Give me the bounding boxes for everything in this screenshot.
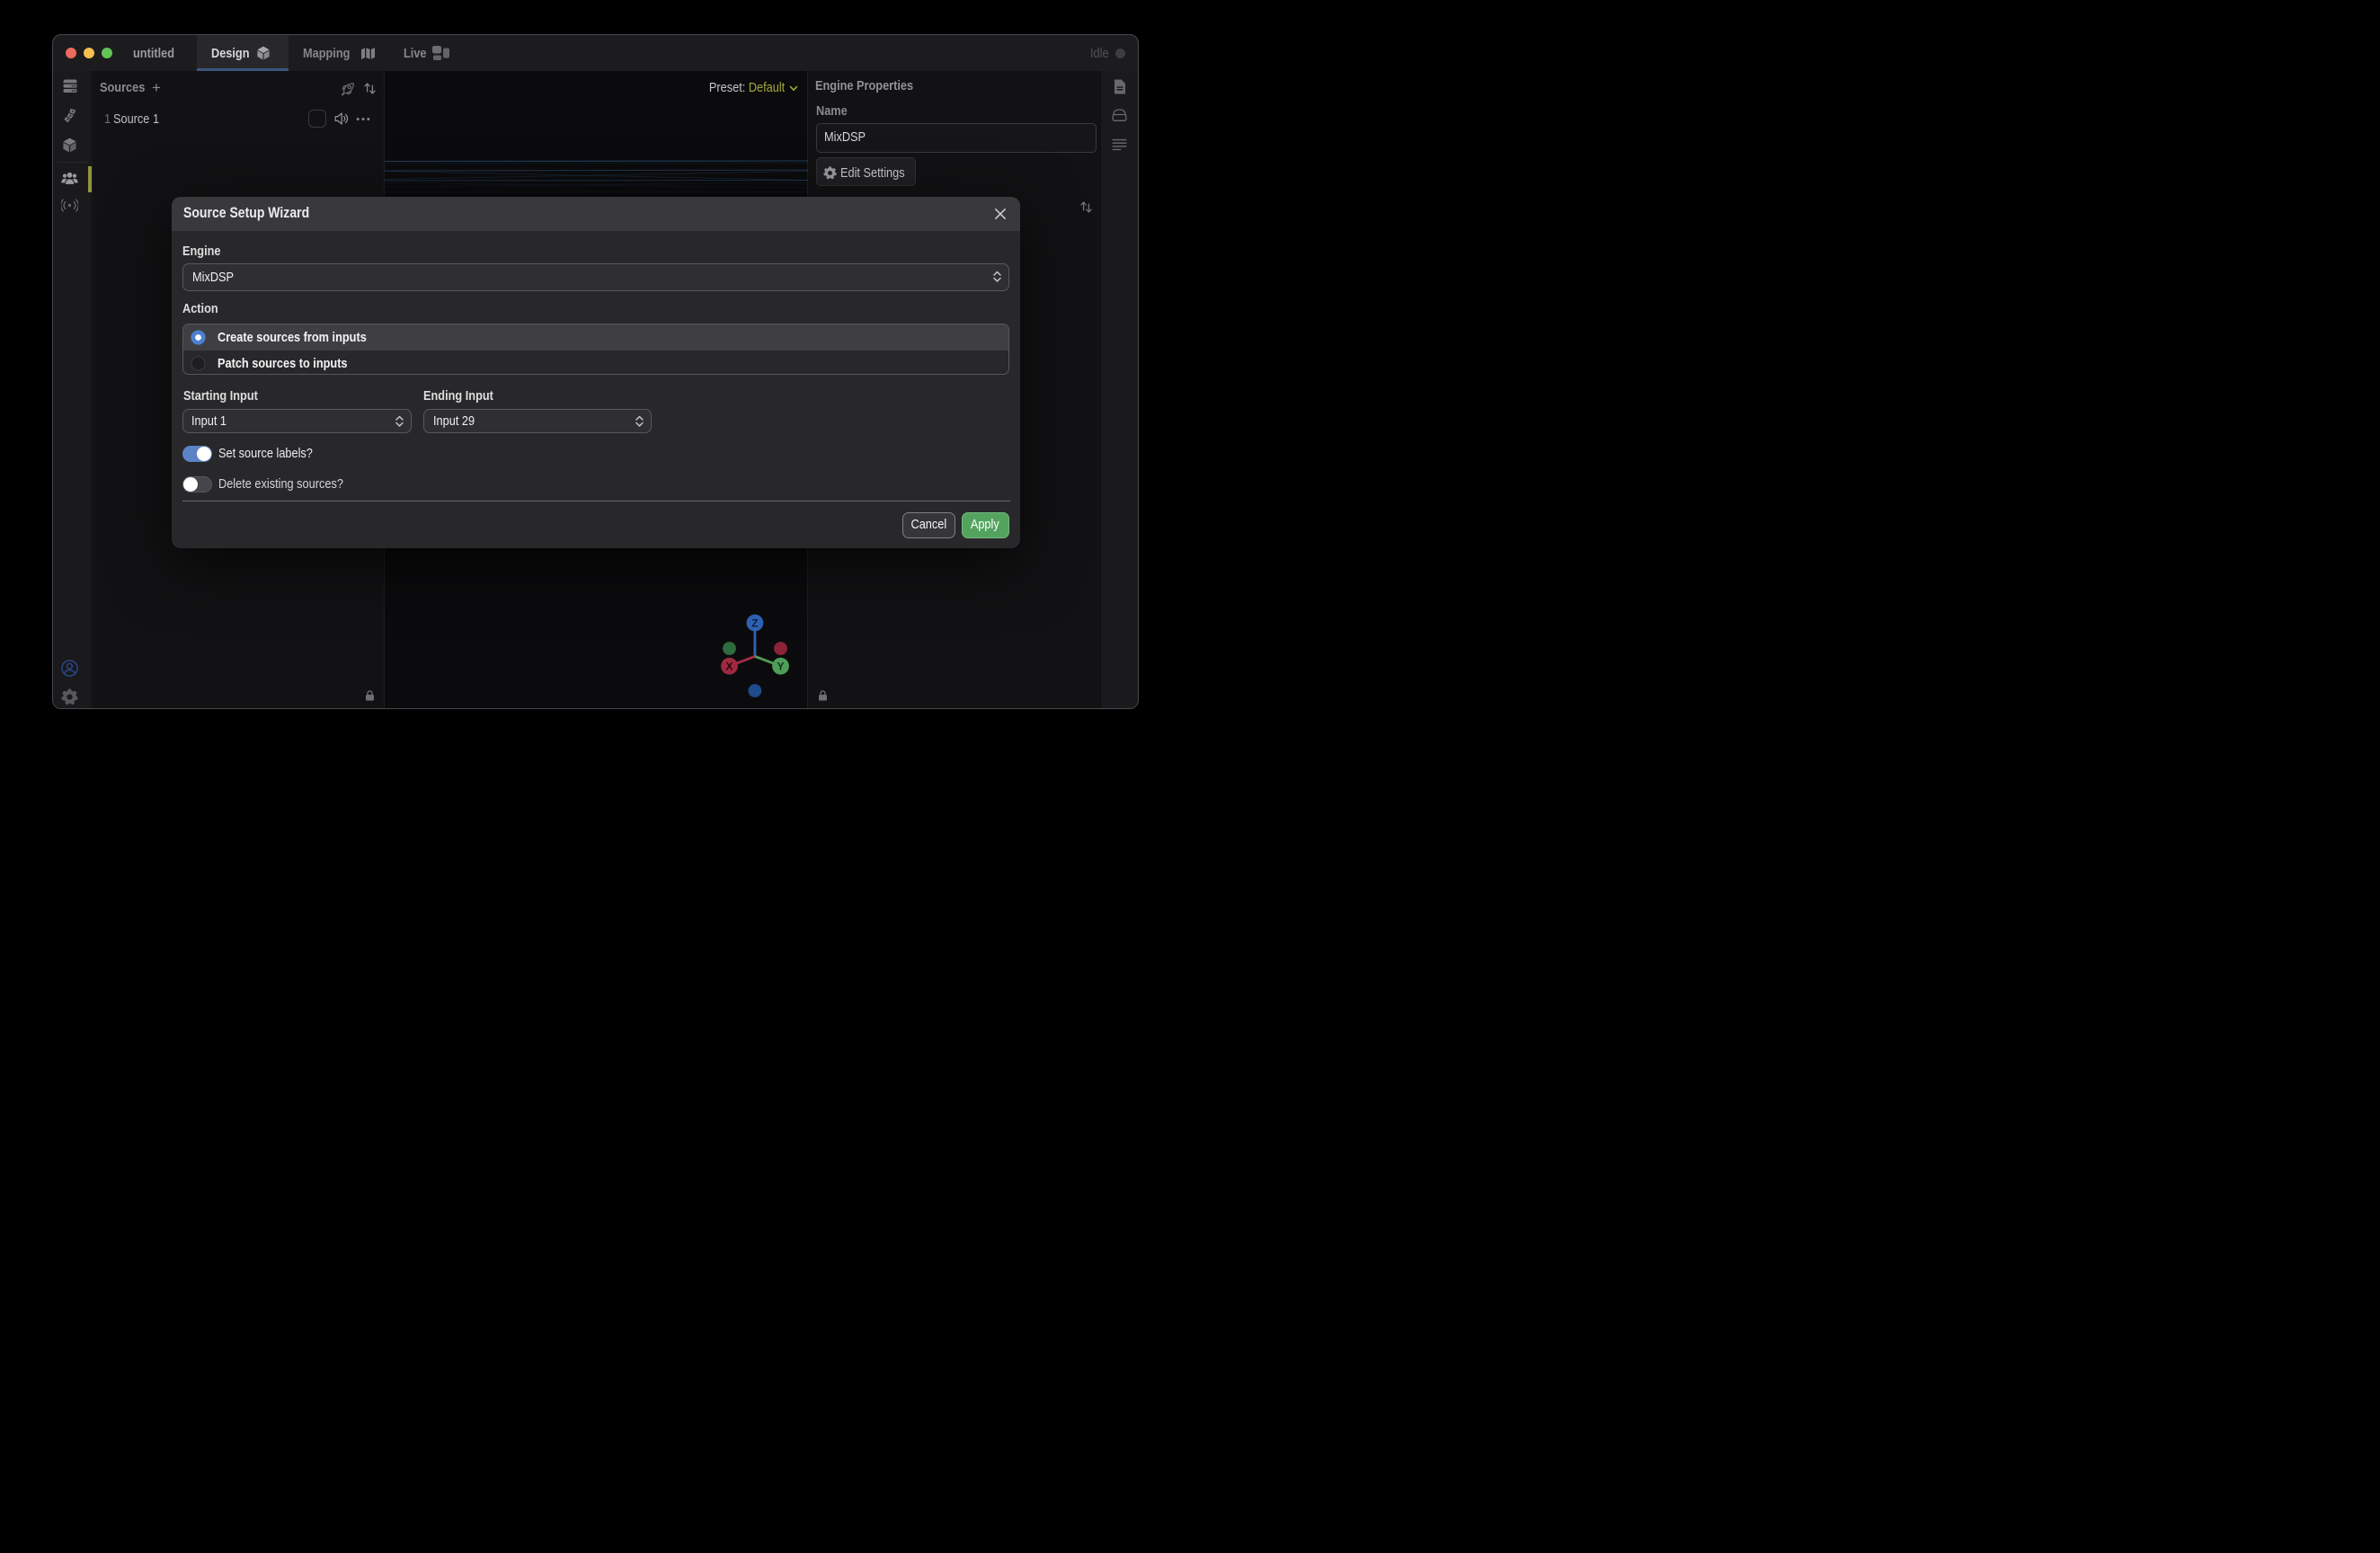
- svg-text:Y: Y: [777, 661, 784, 673]
- svg-text:Z: Z: [751, 617, 758, 630]
- svg-text:X: X: [725, 661, 733, 673]
